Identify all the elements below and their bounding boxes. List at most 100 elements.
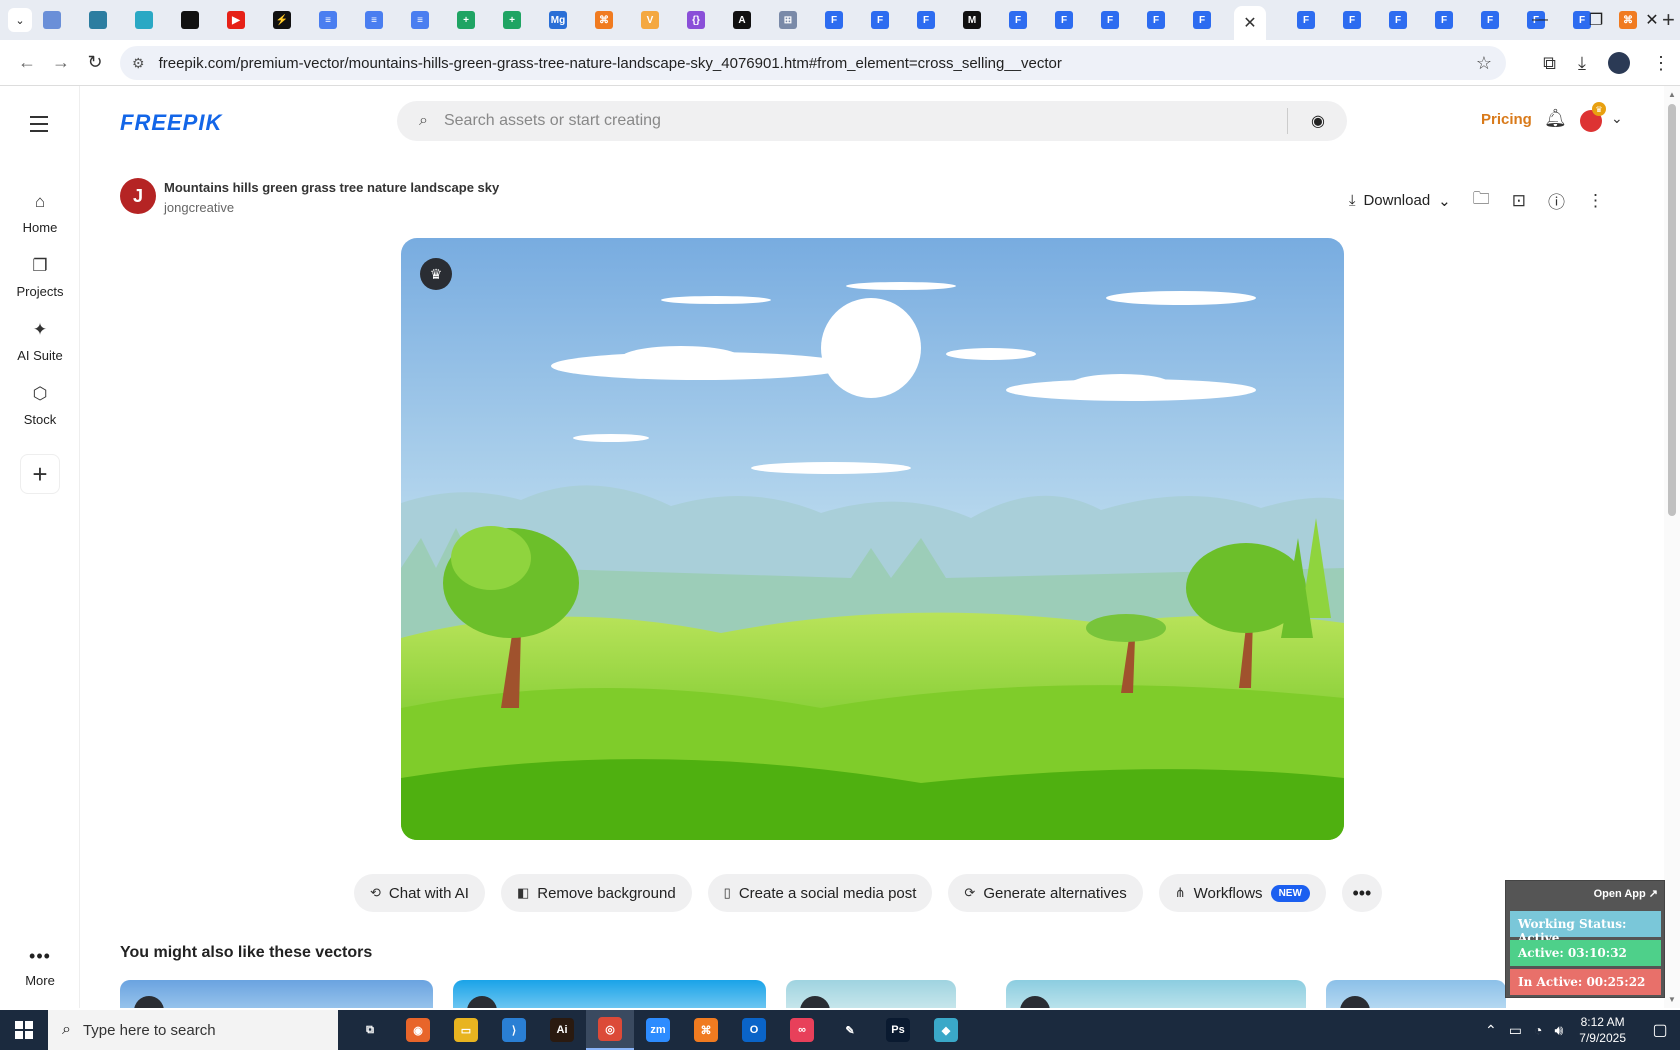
generate-alternatives-button[interactable]: ⟳ Generate alternatives: [948, 874, 1143, 912]
browser-tab[interactable]: F: [1384, 5, 1412, 35]
save-to-folder-icon[interactable]: 🗀︎: [1473, 186, 1490, 215]
browser-tab[interactable]: F: [1096, 5, 1124, 35]
scroll-up-icon[interactable]: ▲: [1668, 90, 1676, 99]
site-info-icon[interactable]: ⚙: [132, 55, 145, 72]
extensions-icon[interactable]: ⧉: [1543, 53, 1556, 74]
create-plus-button[interactable]: +: [20, 454, 60, 494]
scroll-down-icon[interactable]: ▼: [1668, 995, 1676, 1004]
browser-tab[interactable]: [38, 5, 66, 35]
sidebar-item-stock[interactable]: ⬡ Stock: [0, 384, 80, 427]
browser-tab[interactable]: [84, 5, 112, 35]
start-button[interactable]: [0, 1010, 48, 1050]
browser-tab[interactable]: F: [866, 5, 894, 35]
freepik-logo[interactable]: FREEPIK: [120, 110, 222, 136]
camera-search-icon[interactable]: ◉: [1311, 111, 1325, 131]
taskbar-app-photoshop[interactable]: Ps: [874, 1010, 922, 1050]
download-button[interactable]: ⤓ Download ⌄: [1349, 192, 1451, 210]
browser-tab[interactable]: F: [1142, 5, 1170, 35]
search-input[interactable]: [443, 112, 1244, 130]
browser-tab[interactable]: F: [1476, 5, 1504, 35]
author-avatar[interactable]: J: [120, 178, 156, 214]
browser-tab[interactable]: ⊞: [774, 5, 802, 35]
taskbar-app-vscode[interactable]: ⟩: [490, 1010, 538, 1050]
more-options-icon[interactable]: ⋮: [1587, 191, 1604, 211]
browser-tab[interactable]: {}: [682, 5, 710, 35]
scrollbar-thumb[interactable]: [1668, 104, 1676, 516]
browser-tab[interactable]: [176, 5, 204, 35]
taskbar-app-pen-tool[interactable]: ✎: [826, 1010, 874, 1050]
chevron-up-icon[interactable]: ⌃: [1485, 1022, 1497, 1039]
notification-bell-icon[interactable]: 🔔︎: [1544, 108, 1567, 129]
notification-center-icon[interactable]: ▢: [1640, 1010, 1680, 1050]
sidebar-item-projects[interactable]: ❐ Projects: [0, 256, 80, 299]
browser-tab[interactable]: +: [452, 5, 480, 35]
browser-tab[interactable]: ≡: [314, 5, 342, 35]
hamburger-menu-icon[interactable]: [30, 116, 48, 137]
taskbar-search[interactable]: ⌕ Type here to search: [48, 1010, 338, 1050]
browser-tab[interactable]: ⚡: [268, 5, 296, 35]
browser-tab[interactable]: F: [1188, 5, 1216, 35]
minimize-button[interactable]: —: [1512, 0, 1568, 40]
asset-author-link[interactable]: jongcreative: [164, 200, 234, 215]
edit-image-icon[interactable]: ⊡: [1512, 191, 1526, 211]
chevron-down-icon[interactable]: ⌄: [1611, 110, 1623, 127]
browser-tab[interactable]: A: [728, 5, 756, 35]
taskbar-app-file-explorer[interactable]: ▭: [442, 1010, 490, 1050]
address-bar[interactable]: ⚙ freepik.com/premium-vector/mountains-h…: [120, 46, 1506, 80]
remove-background-button[interactable]: ◧ Remove background: [500, 874, 692, 912]
browser-tab[interactable]: F: [1292, 5, 1320, 35]
related-thumbnail[interactable]: [1326, 980, 1506, 1008]
taskbar-app-illustrator[interactable]: Ai: [538, 1010, 586, 1050]
volume-icon[interactable]: 🔊︎: [1554, 1022, 1563, 1039]
related-thumbnail[interactable]: [453, 980, 766, 1008]
sidebar-item-ai-suite[interactable]: ✦ AI Suite: [0, 320, 80, 363]
sidebar-item-more[interactable]: ••• More: [0, 946, 80, 988]
page-scrollbar[interactable]: ▲ ▼: [1664, 86, 1680, 1008]
taskbar-app-zoom[interactable]: zm: [634, 1010, 682, 1050]
taskbar-app-firefox[interactable]: ◉: [394, 1010, 442, 1050]
downloads-icon[interactable]: ⤓: [1578, 53, 1586, 74]
taskbar-app-app[interactable]: ◆: [922, 1010, 970, 1050]
taskbar-clock[interactable]: 8:12 AM 7/9/2025: [1579, 1014, 1626, 1046]
forward-button[interactable]: →: [46, 48, 76, 78]
browser-menu-icon[interactable]: ⋮: [1652, 53, 1670, 74]
reload-button[interactable]: ↻: [80, 48, 110, 78]
sidebar-item-home[interactable]: ⌂ Home: [0, 192, 80, 235]
browser-tab[interactable]: +: [498, 5, 526, 35]
tab-search-button[interactable]: ⌄: [8, 8, 32, 32]
close-window-button[interactable]: ✕: [1624, 0, 1680, 40]
url-text[interactable]: freepik.com/premium-vector/mountains-hil…: [159, 55, 1062, 72]
social-media-post-button[interactable]: ▯ Create a social media post: [707, 874, 933, 912]
info-icon[interactable]: ⓘ: [1548, 188, 1565, 213]
chat-with-ai-button[interactable]: ⟲ Chat with AI: [354, 874, 485, 912]
related-thumbnail[interactable]: [1006, 980, 1306, 1008]
bookmark-star-icon[interactable]: ☆: [1476, 53, 1492, 74]
related-thumbnail[interactable]: [786, 980, 956, 1008]
profile-avatar[interactable]: [1608, 52, 1630, 74]
browser-tab[interactable]: ⌘: [590, 5, 618, 35]
asset-preview-image[interactable]: [401, 238, 1344, 840]
browser-tab[interactable]: F: [820, 5, 848, 35]
browser-tab[interactable]: M: [958, 5, 986, 35]
restore-button[interactable]: ❐: [1568, 0, 1624, 40]
browser-tab[interactable]: ≡: [406, 5, 434, 35]
taskbar-app-task-view[interactable]: ⧉: [346, 1010, 394, 1050]
browser-tab[interactable]: Mg: [544, 5, 572, 35]
browser-tab[interactable]: ≡: [360, 5, 388, 35]
taskbar-app-outlook[interactable]: O: [730, 1010, 778, 1050]
network-icon[interactable]: ▭: [1509, 1022, 1522, 1039]
browser-tab[interactable]: F: [1004, 5, 1032, 35]
related-thumbnail[interactable]: [120, 980, 433, 1008]
browser-tab[interactable]: F: [1338, 5, 1366, 35]
browser-tab[interactable]: V: [636, 5, 664, 35]
browser-tab[interactable]: F: [912, 5, 940, 35]
open-app-link[interactable]: Open App ↗: [1594, 887, 1658, 900]
back-button[interactable]: ←: [12, 48, 42, 78]
taskbar-app-xampp[interactable]: ⌘: [682, 1010, 730, 1050]
wifi-icon[interactable]: ◔: [1534, 1022, 1542, 1038]
browser-tab[interactable]: F: [1050, 5, 1078, 35]
workflows-button[interactable]: ⋔ Workflows NEW: [1158, 874, 1326, 912]
browser-tab[interactable]: [130, 5, 158, 35]
more-tools-button[interactable]: •••: [1341, 874, 1382, 912]
browser-tab[interactable]: F: [1430, 5, 1458, 35]
